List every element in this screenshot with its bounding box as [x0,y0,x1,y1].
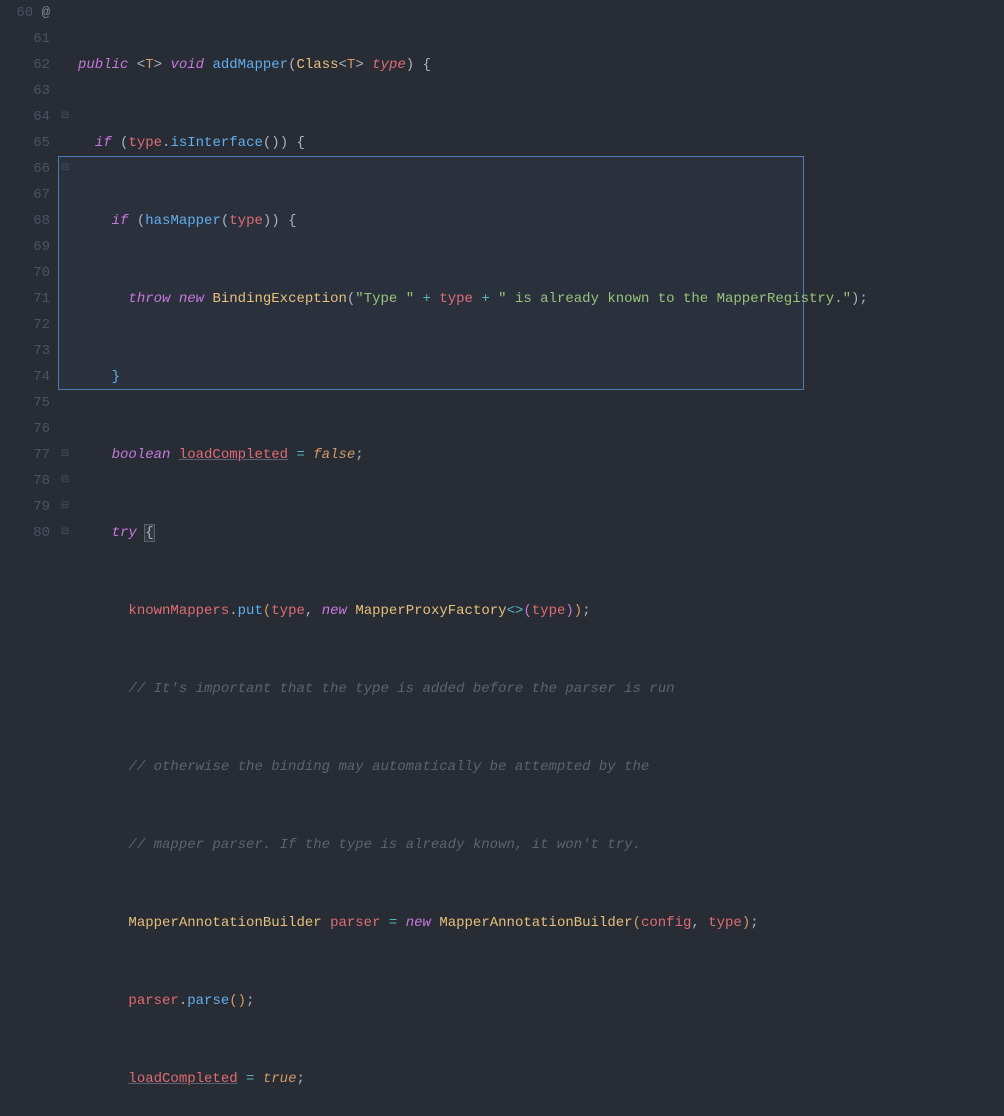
line-number: 72 [0,312,50,338]
code-line[interactable]: knownMappers.put(type, new MapperProxyFa… [72,598,1004,624]
fold-marker-icon[interactable]: ⊟ [59,104,71,130]
line-number: 62 [0,52,50,78]
line-number: 77 [0,442,50,468]
code-line[interactable]: // mapper parser. If the type is already… [72,832,1004,858]
line-number: 66 [0,156,50,182]
code-line[interactable]: throw new BindingException("Type " + typ… [72,286,1004,312]
line-number: 79 [0,494,50,520]
fold-marker-icon[interactable]: ⊟ [59,520,71,546]
code-line[interactable]: loadCompleted = true; [72,1066,1004,1092]
fold-marker-icon[interactable]: ⊟ [59,442,71,468]
code-line[interactable]: try { [72,520,1004,546]
code-line[interactable]: // otherwise the binding may automatical… [72,754,1004,780]
code-line[interactable]: // It's important that the type is added… [72,676,1004,702]
line-number: 76 [0,416,50,442]
line-number: 80 [0,520,50,546]
line-number: 64 [0,104,50,130]
line-number: 73 [0,338,50,364]
line-number: 78 [0,468,50,494]
code-editor[interactable]: 60 @ 61 62 63 64 65 66 67 68 69 70 71 72… [0,0,1004,558]
code-line[interactable]: } [72,364,1004,390]
code-area[interactable]: public <T> void addMapper(Class<T> type)… [72,0,1004,558]
line-number: 75 [0,390,50,416]
code-line[interactable]: public <T> void addMapper(Class<T> type)… [72,52,1004,78]
line-number: 65 [0,130,50,156]
line-number: 67 [0,182,50,208]
code-line[interactable]: boolean loadCompleted = false; [72,442,1004,468]
line-number: 70 [0,260,50,286]
code-line[interactable]: if (type.isInterface()) { [72,130,1004,156]
line-number: 74 [0,364,50,390]
code-line[interactable]: parser.parse(); [72,988,1004,1014]
fold-marker-icon[interactable]: ⊟ [59,468,71,494]
line-number: 69 [0,234,50,260]
line-number: 61 [0,26,50,52]
line-number: 63 [0,78,50,104]
code-line[interactable]: MapperAnnotationBuilder parser = new Map… [72,910,1004,936]
fold-gutter: ⊟ ⊟ ⊟ ⊟ ⊟ ⊟ [58,0,72,558]
code-line[interactable]: if (hasMapper(type)) { [72,208,1004,234]
fold-marker-icon[interactable]: ⊟ [59,494,71,520]
line-number: 68 [0,208,50,234]
line-number: 60 @ [0,0,50,26]
line-number: 71 [0,286,50,312]
fold-marker-icon[interactable]: ⊟ [59,156,71,182]
line-number-gutter: 60 @ 61 62 63 64 65 66 67 68 69 70 71 72… [0,0,58,558]
